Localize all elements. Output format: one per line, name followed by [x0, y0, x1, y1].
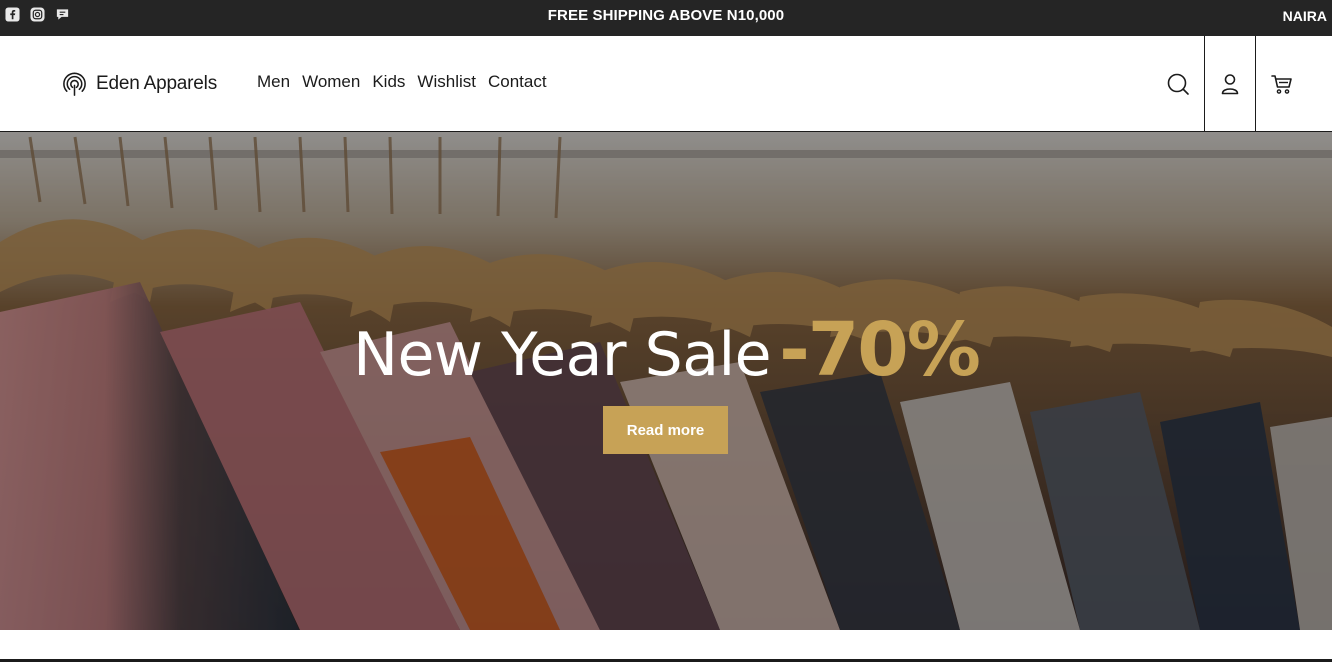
brand-name: Eden Apparels — [96, 72, 217, 94]
nav-link-contact[interactable]: Contact — [488, 72, 547, 92]
brand-logo[interactable]: Eden Apparels — [61, 70, 217, 97]
search-icon — [1167, 73, 1189, 95]
top-announcement-bar: FREE SHIPPING ABOVE N10,000 NAIRA — [0, 0, 1332, 36]
nav-link-women[interactable]: Women — [302, 72, 360, 92]
discount-badge: -70% — [779, 307, 981, 393]
cart-icon — [1271, 75, 1292, 94]
page-content-start — [0, 630, 1332, 662]
user-icon — [1221, 74, 1239, 95]
site-header: Eden Apparels Men Women Kids Wishlist Co… — [0, 36, 1332, 132]
currency-selector[interactable]: NAIRA — [1283, 0, 1327, 32]
main-navigation: Men Women Kids Wishlist Contact — [257, 72, 547, 92]
sale-title: New Year Sale — [353, 320, 772, 390]
nav-link-men[interactable]: Men — [257, 72, 290, 92]
logo-icon — [63, 72, 86, 96]
free-shipping-promo: FREE SHIPPING ABOVE N10,000 — [547, 7, 785, 24]
account-button[interactable] — [1204, 36, 1256, 132]
hero-banner: New Year Sale -70% Read more — [0, 132, 1332, 630]
hero-headline: New Year Sale -70% — [0, 307, 1332, 393]
nav-link-kids[interactable]: Kids — [372, 72, 405, 92]
search-button[interactable] — [1152, 36, 1204, 132]
cart-button[interactable] — [1256, 36, 1308, 132]
read-more-button[interactable]: Read more — [603, 406, 728, 454]
nav-link-wishlist[interactable]: Wishlist — [417, 72, 476, 92]
